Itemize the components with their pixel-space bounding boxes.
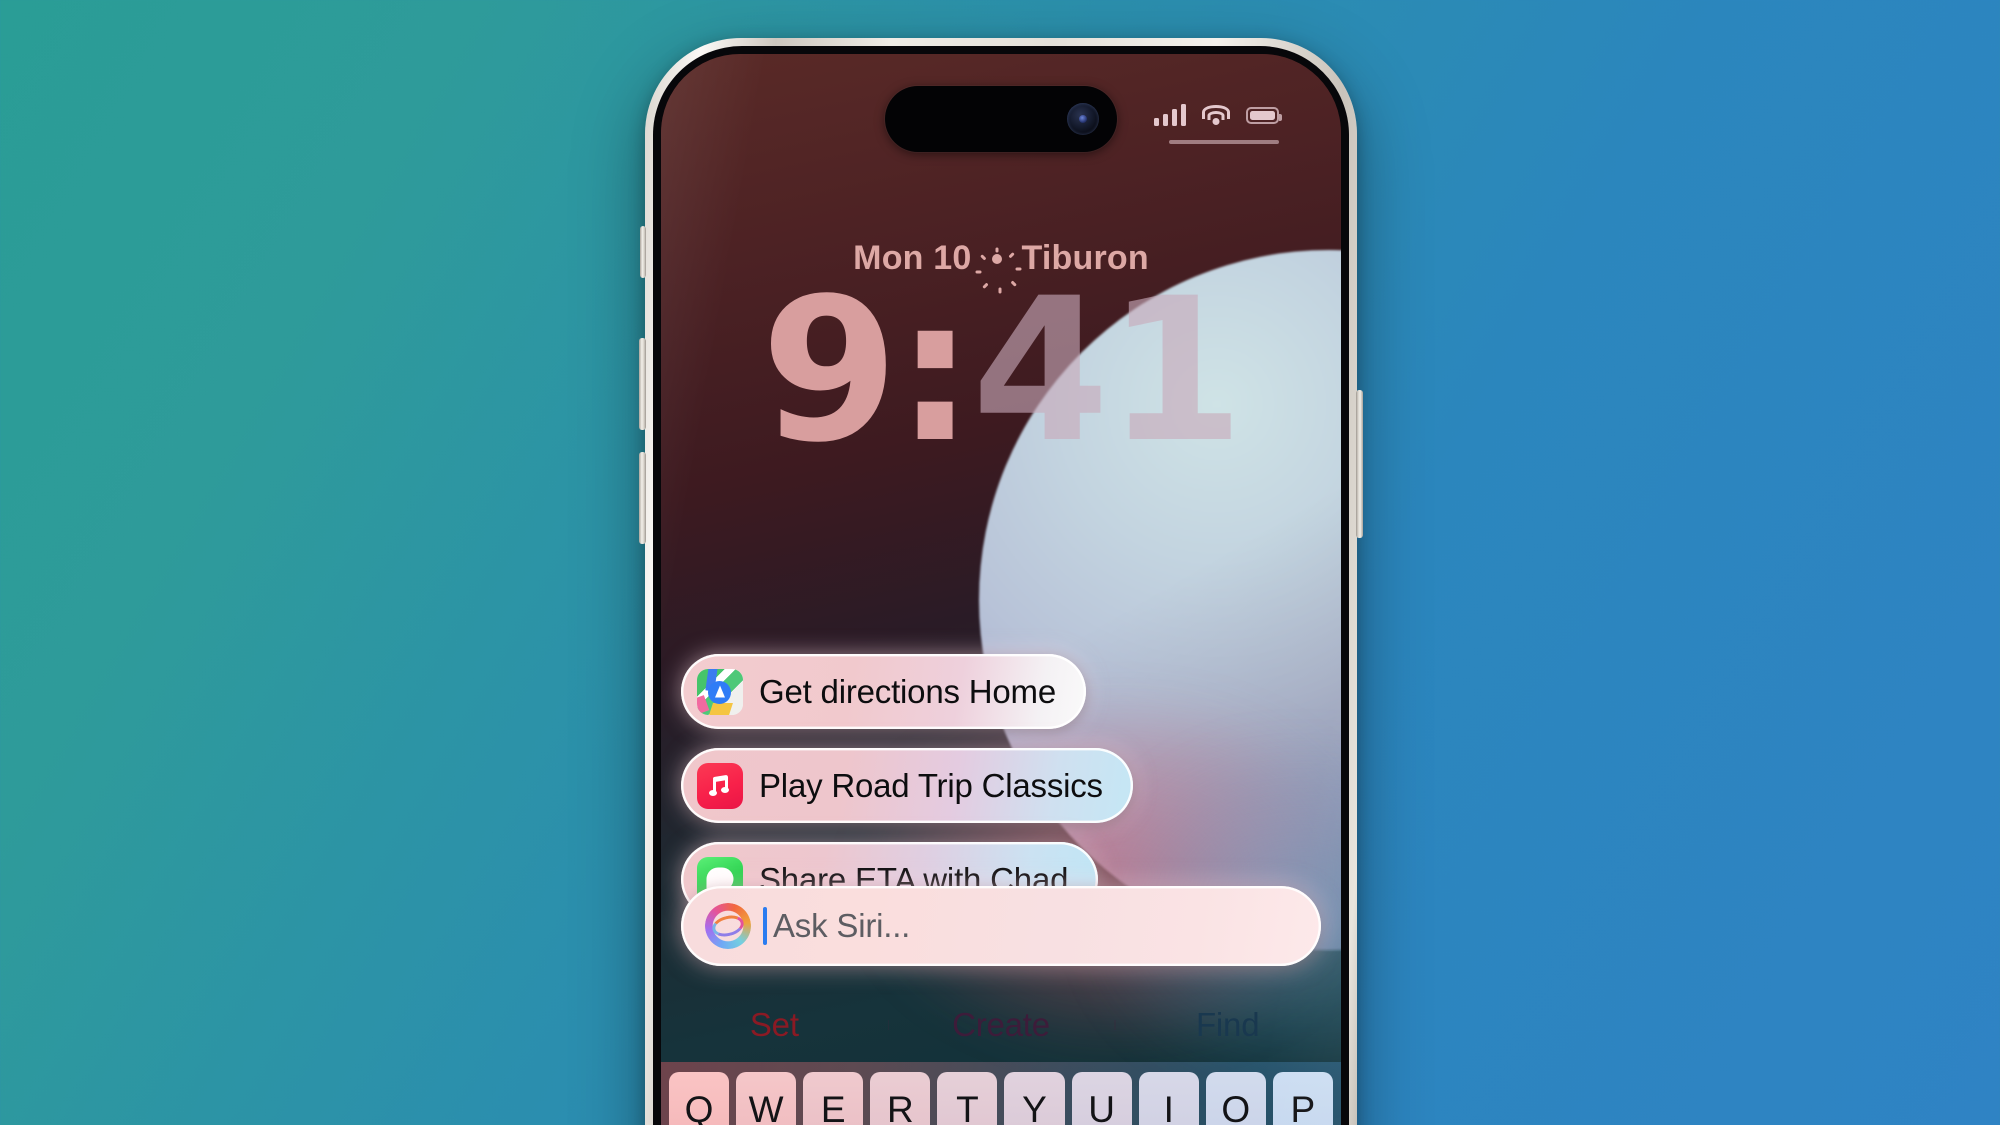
key-w[interactable]: W (736, 1072, 797, 1125)
wifi-icon (1202, 104, 1230, 126)
suggestion-label: Get directions Home (759, 672, 1056, 710)
clock-hour: 9 (760, 255, 899, 486)
ask-siri-input[interactable]: Ask Siri... (681, 886, 1321, 966)
ask-siri-placeholder: Ask Siri... (773, 907, 911, 944)
volume-up-button[interactable] (639, 338, 646, 430)
apple-maps-icon (697, 668, 743, 715)
battery-icon (1246, 106, 1282, 124)
volume-down-button[interactable] (639, 452, 646, 544)
phone-screen: Mon 10 Tiburon 9:41 Get directions Home … (661, 54, 1341, 1125)
key-i[interactable]: I (1138, 1072, 1199, 1125)
onscreen-keyboard: Q W E R T Y U I O P (661, 1062, 1341, 1125)
key-t[interactable]: T (937, 1072, 998, 1125)
verb-set[interactable]: Set (661, 1006, 888, 1044)
suggestion-chip-directions[interactable]: Get directions Home (681, 654, 1086, 729)
key-q[interactable]: Q (669, 1072, 730, 1125)
clock-minutes: 41 (971, 255, 1245, 486)
key-p[interactable]: P (1272, 1072, 1333, 1125)
dynamic-island[interactable] (885, 86, 1117, 152)
key-o[interactable]: O (1205, 1072, 1266, 1125)
text-cursor (763, 907, 767, 945)
siri-swirl-icon (705, 903, 751, 949)
siri-verb-bar: Set Create Find (661, 989, 1341, 1061)
action-button[interactable] (640, 226, 646, 278)
key-y[interactable]: Y (1004, 1072, 1065, 1125)
lock-screen-clock: 9:41 (661, 272, 1341, 470)
key-e[interactable]: E (803, 1072, 864, 1125)
side-power-button[interactable] (1356, 390, 1363, 538)
suggestion-chip-music[interactable]: Play Road Trip Classics (681, 748, 1133, 823)
verb-create[interactable]: Create (887, 1006, 1115, 1044)
status-bar-underline (1169, 140, 1279, 144)
apple-music-icon (697, 762, 743, 809)
suggestion-label: Play Road Trip Classics (759, 766, 1103, 804)
iphone-device: Mon 10 Tiburon 9:41 Get directions Home … (639, 38, 1363, 1125)
clock-colon: : (895, 255, 975, 486)
cellular-signal-icon (1154, 104, 1186, 126)
key-r[interactable]: R (870, 1072, 931, 1125)
front-camera-icon (1067, 103, 1099, 135)
verb-find[interactable]: Find (1114, 1006, 1341, 1044)
key-u[interactable]: U (1071, 1072, 1132, 1125)
